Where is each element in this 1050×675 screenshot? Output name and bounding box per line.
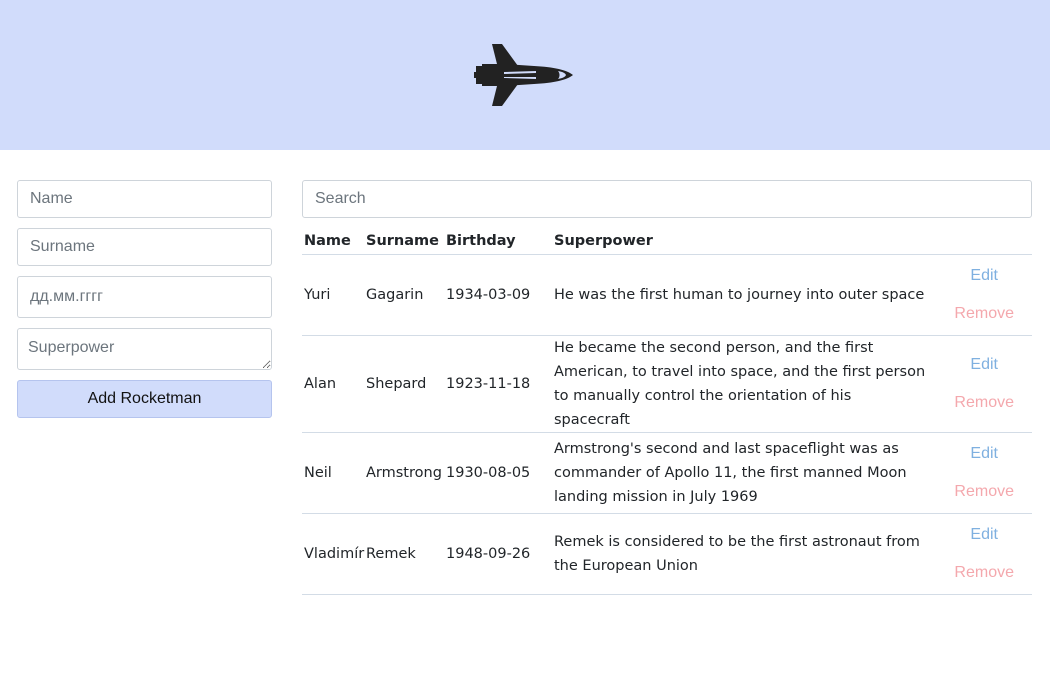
cell-actions: Edit Remove [937,432,1032,514]
space-shuttle-icon [474,44,573,106]
remove-button[interactable]: Remove [954,304,1014,324]
superpower-input[interactable] [17,328,272,370]
cell-birthday: 1930-08-05 [444,432,542,514]
remove-button[interactable]: Remove [954,482,1014,502]
cell-superpower: Remek is considered to be the first astr… [542,513,937,595]
cell-birthday: 1923-11-18 [444,335,542,433]
cell-actions: Edit Remove [937,513,1032,595]
cell-actions: Edit Remove [937,335,1032,433]
rocketman-table: Name Surname Birthday Superpower Yuri Ga… [302,230,1032,595]
cell-surname: Shepard [364,335,444,433]
birthday-input[interactable] [17,276,272,318]
cell-name: Vladimír [302,513,364,595]
column-header-name: Name [302,230,364,255]
edit-button[interactable]: Edit [970,444,998,464]
add-rocketman-form: Add Rocketman [17,180,272,418]
cell-birthday: 1934-03-09 [444,254,542,336]
table-header-row: Name Surname Birthday Superpower [302,230,1032,255]
cell-name: Yuri [302,254,364,336]
column-header-birthday: Birthday [444,230,542,255]
search-input[interactable] [302,180,1032,218]
cell-name: Neil [302,432,364,514]
cell-surname: Remek [364,513,444,595]
cell-actions: Edit Remove [937,254,1032,336]
cell-surname: Gagarin [364,254,444,336]
cell-birthday: 1948-09-26 [444,513,542,595]
cell-superpower: Armstrong's second and last spaceflight … [542,432,937,514]
table-row: Yuri Gagarin 1934-03-09 He was the first… [302,254,1032,336]
edit-button[interactable]: Edit [970,266,998,286]
rocketman-list: Name Surname Birthday Superpower Yuri Ga… [302,180,1032,595]
remove-button[interactable]: Remove [954,563,1014,583]
column-header-surname: Surname [364,230,444,255]
column-header-superpower: Superpower [542,230,937,255]
add-rocketman-button[interactable]: Add Rocketman [17,380,272,418]
header-banner [0,0,1050,150]
edit-button[interactable]: Edit [970,355,998,375]
cell-name: Alan [302,335,364,433]
table-row: Neil Armstrong 1930-08-05 Armstrong's se… [302,432,1032,514]
surname-input[interactable] [17,228,272,266]
remove-button[interactable]: Remove [954,393,1014,413]
table-row: Alan Shepard 1923-11-18 He became the se… [302,335,1032,433]
edit-button[interactable]: Edit [970,525,998,545]
cell-surname: Armstrong [364,432,444,514]
table-row: Vladimír Remek 1948-09-26 Remek is consi… [302,513,1032,595]
cell-superpower: He was the first human to journey into o… [542,254,937,336]
column-header-actions [937,230,1032,255]
name-input[interactable] [17,180,272,218]
cell-superpower: He became the second person, and the fir… [542,335,937,433]
